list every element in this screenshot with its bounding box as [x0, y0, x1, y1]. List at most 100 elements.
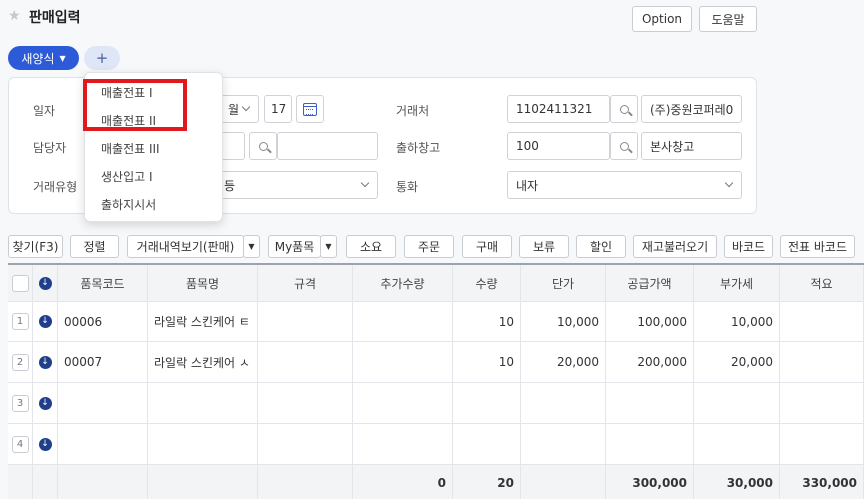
customer-search-button[interactable]: [610, 95, 638, 123]
barcode-button[interactable]: 바코드: [724, 235, 773, 258]
cell-memo[interactable]: [780, 302, 864, 342]
currency-label: 통화: [396, 180, 419, 194]
search-icon: [619, 104, 629, 114]
hold-button[interactable]: 보류: [519, 235, 569, 258]
customer-code-input[interactable]: 1102411321: [507, 95, 610, 123]
cell-supply[interactable]: [606, 424, 694, 465]
cell-extra-qty[interactable]: [353, 424, 453, 465]
row-number[interactable]: 1: [11, 313, 29, 330]
date-day-input[interactable]: 17: [264, 95, 292, 123]
calendar-icon: [303, 102, 317, 116]
cell-item-name[interactable]: 라일락 스킨케어 ㅌ: [148, 302, 258, 342]
row-number[interactable]: 3: [11, 394, 29, 412]
new-form-tab[interactable]: 새양식 ▼: [8, 46, 79, 70]
history-caret-icon[interactable]: ▼: [243, 235, 260, 258]
cell-spec[interactable]: [258, 302, 353, 342]
dropdown-item-production-receipt[interactable]: 생산입고 I: [101, 168, 153, 185]
cell-vat[interactable]: [694, 383, 780, 424]
cell-spec[interactable]: [258, 424, 353, 465]
col-header-item-name[interactable]: 품목명: [148, 265, 258, 302]
select-all-checkbox[interactable]: [11, 274, 29, 292]
col-header-qty[interactable]: 수량: [453, 265, 521, 302]
download-icon[interactable]: ↓: [38, 355, 52, 369]
cell-price[interactable]: 10,000: [521, 302, 606, 342]
sort-button[interactable]: 정렬: [70, 235, 119, 258]
cell-item-name[interactable]: [148, 383, 258, 424]
cell-spec[interactable]: [258, 342, 353, 383]
table-row: 1: [8, 302, 33, 342]
option-button[interactable]: Option: [632, 6, 692, 32]
warehouse-code-input[interactable]: 100: [507, 132, 610, 160]
cell-price[interactable]: 20,000: [521, 342, 606, 383]
cell-memo[interactable]: [780, 383, 864, 424]
total-cell-blank: [148, 465, 258, 499]
cell-supply[interactable]: 100,000: [606, 302, 694, 342]
col-header-supply[interactable]: 공급가액: [606, 265, 694, 302]
discount-button[interactable]: 할인: [576, 235, 626, 258]
cell-vat[interactable]: 10,000: [694, 302, 780, 342]
download-icon[interactable]: ↓: [38, 396, 52, 410]
trade-type-select[interactable]: 등: [215, 171, 378, 199]
cell-extra-qty[interactable]: [353, 342, 453, 383]
cell-item-name[interactable]: [148, 424, 258, 465]
items-grid: ↓ 품목코드 품목명 규격 추가수량 수량 단가 공급가액 부가세 적요 1 ↓…: [8, 263, 864, 499]
cell-item-name[interactable]: 라일락 스킨케어 ㅅ: [148, 342, 258, 383]
col-header-price[interactable]: 단가: [521, 265, 606, 302]
favorite-star-icon[interactable]: ★: [8, 8, 21, 24]
cell-qty[interactable]: [453, 424, 521, 465]
my-items-button[interactable]: My품목: [268, 235, 321, 258]
col-header-spec[interactable]: 규격: [258, 265, 353, 302]
slip-barcode-button[interactable]: 전표 바코드: [780, 235, 855, 258]
help-button[interactable]: 도움말: [699, 6, 757, 32]
download-icon[interactable]: ↓: [38, 276, 52, 290]
total-supply: 300,000: [606, 465, 694, 499]
manager-label: 담당자: [33, 141, 67, 155]
row-number[interactable]: 4: [11, 435, 29, 453]
manager-search-button[interactable]: [249, 132, 277, 160]
download-icon[interactable]: ↓: [38, 437, 52, 451]
cell-vat[interactable]: 20,000: [694, 342, 780, 383]
cell-supply[interactable]: [606, 383, 694, 424]
dropdown-item-shipping-order[interactable]: 출하지시서: [101, 196, 156, 213]
order-button[interactable]: 주문: [404, 235, 454, 258]
cell-item-code[interactable]: 00006: [58, 302, 148, 342]
consume-button[interactable]: 소요: [346, 235, 396, 258]
history-button[interactable]: 거래내역보기(판매): [127, 235, 244, 258]
col-header-memo[interactable]: 적요: [780, 265, 864, 302]
cell-item-code[interactable]: 00007: [58, 342, 148, 383]
cell-price[interactable]: [521, 383, 606, 424]
caret-down-icon: ▼: [59, 53, 66, 63]
add-tab-button[interactable]: +: [84, 46, 120, 70]
find-button[interactable]: 찾기(F3): [8, 235, 63, 258]
col-header-vat[interactable]: 부가세: [694, 265, 780, 302]
cell-qty[interactable]: 10: [453, 302, 521, 342]
total-qty: 20: [453, 465, 521, 499]
download-icon[interactable]: ↓: [38, 315, 52, 328]
cell-vat[interactable]: [694, 424, 780, 465]
cell-qty[interactable]: [453, 383, 521, 424]
dropdown-item-sales-slip-3[interactable]: 매출전표 III: [101, 140, 160, 157]
warehouse-name-input[interactable]: 본사창고: [641, 132, 742, 160]
cell-memo[interactable]: [780, 342, 864, 383]
calendar-button[interactable]: [296, 95, 324, 123]
cell-memo[interactable]: [780, 424, 864, 465]
purchase-button[interactable]: 구매: [462, 235, 512, 258]
cell-extra-qty[interactable]: [353, 302, 453, 342]
cell-item-code[interactable]: [58, 383, 148, 424]
warehouse-search-button[interactable]: [610, 132, 638, 160]
col-header-item-code[interactable]: 품목코드: [58, 265, 148, 302]
cell-price[interactable]: [521, 424, 606, 465]
customer-name-input[interactable]: (주)중원코퍼레0: [641, 95, 742, 123]
row-number[interactable]: 2: [11, 353, 29, 371]
cell-item-code[interactable]: [58, 424, 148, 465]
cell-supply[interactable]: 200,000: [606, 342, 694, 383]
currency-select[interactable]: 내자: [507, 171, 742, 199]
my-items-caret-icon[interactable]: ▼: [320, 235, 337, 258]
stock-load-button[interactable]: 재고불러오기: [633, 235, 717, 258]
total-price: [521, 465, 606, 499]
col-header-extra-qty[interactable]: 추가수량: [353, 265, 453, 302]
cell-extra-qty[interactable]: [353, 383, 453, 424]
manager-name-input[interactable]: [277, 132, 378, 160]
cell-spec[interactable]: [258, 383, 353, 424]
cell-qty[interactable]: 10: [453, 342, 521, 383]
